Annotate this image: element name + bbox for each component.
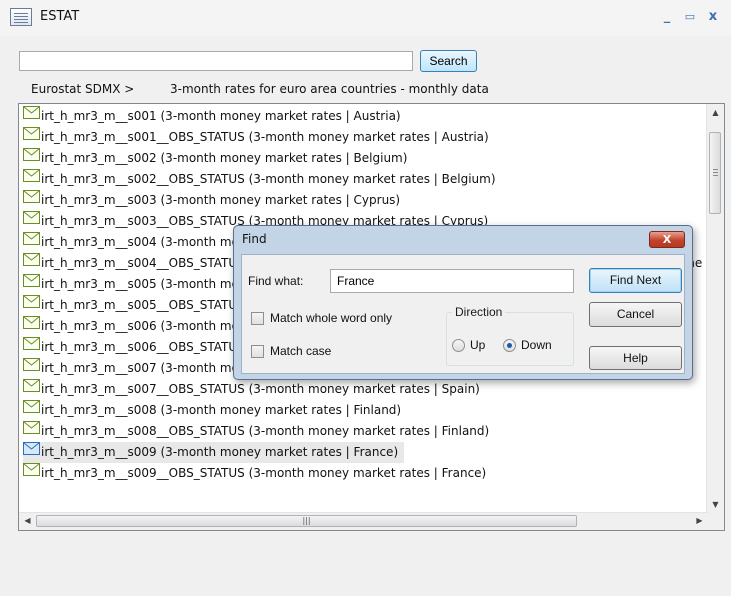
envelope-icon — [23, 441, 40, 462]
list-item-label: irt_h_mr3_m__s003 (3-month money market … — [41, 193, 401, 207]
envelope-icon — [23, 462, 40, 483]
envelope-icon — [23, 231, 40, 252]
envelope-icon — [23, 105, 40, 126]
envelope-icon — [23, 168, 40, 189]
list-item[interactable]: irt_h_mr3_m__s003 (3-month money market … — [23, 190, 406, 211]
maximize-icon[interactable]: ▭ — [681, 8, 699, 26]
scroll-up-icon[interactable]: ▲ — [707, 108, 724, 117]
vertical-scroll-thumb[interactable] — [709, 132, 721, 214]
scroll-down-icon[interactable]: ▼ — [707, 500, 724, 509]
match-whole-word-checkbox[interactable] — [251, 312, 264, 325]
scrollbar-corner — [707, 513, 724, 530]
list-item-label: irt_h_mr3_m__s001 (3-month money market … — [41, 109, 401, 123]
envelope-icon — [23, 399, 40, 420]
cancel-button[interactable]: Cancel — [589, 302, 682, 327]
find-dialog-body: Find what: Find Next Cancel Help Match w… — [241, 254, 685, 374]
horizontal-scrollbar[interactable]: ◀ ||| ▶ — [19, 512, 708, 530]
match-whole-word-label[interactable]: Match whole word only — [270, 311, 392, 325]
list-item-label: irt_h_mr3_m__s009__OBS_STATUS (3-month m… — [41, 466, 487, 480]
list-item-label: irt_h_mr3_m__s007__OBS_STATUS (3-month m… — [41, 382, 480, 396]
list-item[interactable]: irt_h_mr3_m__s001 (3-month money market … — [23, 106, 407, 127]
find-what-field[interactable] — [330, 269, 574, 293]
list-item-label: irt_h_mr3_m__s008 (3-month money market … — [41, 403, 402, 417]
match-case-checkbox[interactable] — [251, 345, 264, 358]
list-item-label: irt_h_mr3_m__s009 (3-month money market … — [41, 445, 399, 459]
find-what-label: Find what: — [248, 274, 304, 288]
match-case-label[interactable]: Match case — [270, 344, 331, 358]
envelope-icon — [23, 147, 40, 168]
envelope-icon — [23, 126, 40, 147]
help-button[interactable]: Help — [589, 346, 682, 370]
dialog-close-button[interactable]: X — [649, 231, 685, 248]
status-area — [0, 534, 731, 596]
envelope-icon — [23, 315, 40, 336]
envelope-icon — [23, 357, 40, 378]
find-dialog-title: Find — [242, 232, 267, 246]
estat-window: ESTAT _ ▭ x Search Eurostat SDMX > 3-mon… — [0, 0, 731, 596]
direction-label: Direction — [452, 305, 506, 319]
find-next-button[interactable]: Find Next — [589, 268, 682, 293]
direction-up-radio[interactable] — [452, 339, 465, 352]
list-item[interactable]: irt_h_mr3_m__s008__OBS_STATUS (3-month m… — [23, 421, 495, 442]
envelope-icon — [23, 336, 40, 357]
list-item[interactable]: irt_h_mr3_m__s008 (3-month money market … — [23, 400, 407, 421]
list-item-label: irt_h_mr3_m__s008__OBS_STATUS (3-month m… — [41, 424, 490, 438]
title-bar: ESTAT _ ▭ x — [0, 0, 731, 36]
envelope-icon — [23, 378, 40, 399]
envelope-icon — [23, 189, 40, 210]
app-icon — [10, 8, 32, 26]
envelope-icon — [23, 294, 40, 315]
list-item[interactable]: irt_h_mr3_m__s007__OBS_STATUS (3-month m… — [23, 379, 486, 400]
direction-down-radio[interactable] — [503, 339, 516, 352]
list-item-label: irt_h_mr3_m__s001__OBS_STATUS (3-month m… — [41, 130, 489, 144]
direction-down-label[interactable]: Down — [521, 338, 552, 352]
minimize-icon[interactable]: _ — [658, 8, 676, 26]
envelope-icon — [23, 273, 40, 294]
breadcrumb-root[interactable]: Eurostat SDMX > — [31, 82, 134, 96]
envelope-icon — [23, 210, 40, 231]
vertical-scrollbar[interactable]: ▲ ▼ — [706, 104, 724, 513]
list-item[interactable]: irt_h_mr3_m__s002__OBS_STATUS (3-month m… — [23, 169, 502, 190]
envelope-icon — [23, 420, 40, 441]
close-icon[interactable]: x — [704, 8, 722, 26]
list-item[interactable]: irt_h_mr3_m__s009__OBS_STATUS (3-month m… — [23, 463, 492, 484]
find-dialog: Find X Find what: Find Next Cancel Help … — [233, 225, 693, 380]
list-item-label: irt_h_mr3_m__s002__OBS_STATUS (3-month m… — [41, 172, 496, 186]
window-title: ESTAT — [40, 9, 80, 24]
horizontal-scroll-thumb[interactable]: ||| — [36, 515, 577, 527]
scroll-left-icon[interactable]: ◀ — [19, 516, 36, 525]
list-item[interactable]: irt_h_mr3_m__s009 (3-month money market … — [23, 441, 405, 463]
list-item[interactable]: irt_h_mr3_m__s002 (3-month money market … — [23, 148, 413, 169]
envelope-icon — [23, 252, 40, 273]
scroll-right-icon[interactable]: ▶ — [691, 516, 708, 525]
breadcrumb-current: 3-month rates for euro area countries - … — [170, 82, 489, 96]
search-button[interactable]: Search — [420, 50, 477, 72]
search-input[interactable] — [19, 51, 413, 71]
direction-up-label[interactable]: Up — [470, 338, 485, 352]
list-item[interactable]: irt_h_mr3_m__s001__OBS_STATUS (3-month m… — [23, 127, 495, 148]
list-item-label: irt_h_mr3_m__s002 (3-month money market … — [41, 151, 408, 165]
